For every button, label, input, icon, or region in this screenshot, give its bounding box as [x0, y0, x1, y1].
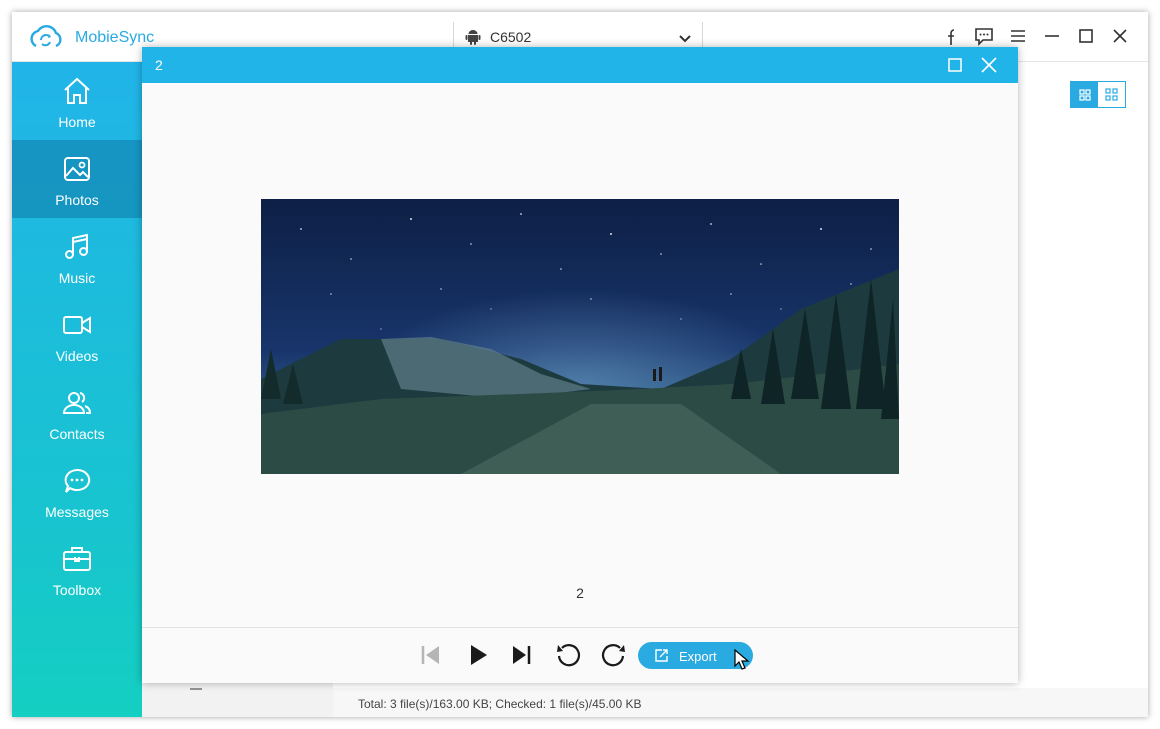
first-icon[interactable]	[417, 642, 443, 668]
status-text: Total: 3 file(s)/163.00 KB; Checked: 1 f…	[358, 697, 642, 711]
facebook-icon[interactable]	[940, 26, 960, 46]
close-icon[interactable]	[1110, 26, 1130, 46]
sidebar-item-contacts[interactable]: Contacts	[12, 374, 142, 452]
home-icon	[64, 77, 90, 104]
photo-caption: 2	[576, 585, 584, 601]
photo-icon	[64, 157, 90, 181]
photo-preview	[261, 199, 899, 474]
sidebar-item-messages[interactable]: Messages	[12, 452, 142, 530]
rotate-left-icon[interactable]	[555, 642, 581, 668]
dialog-title: 2	[155, 57, 163, 73]
sidebar-item-label: Contacts	[49, 426, 105, 442]
app-logo-icon	[30, 25, 62, 48]
android-icon	[465, 30, 481, 45]
view-mode-toggle	[1070, 81, 1126, 108]
sidebar-item-music[interactable]: Music	[12, 218, 142, 296]
photo-viewer-dialog: 2 2 Export	[142, 47, 1018, 683]
mouse-cursor-icon	[734, 649, 750, 670]
sidebar-item-label: Music	[58, 270, 96, 286]
minimize-icon[interactable]	[1042, 26, 1062, 46]
export-label: Export	[679, 649, 717, 664]
close-icon[interactable]	[980, 56, 998, 74]
maximize-icon[interactable]	[1076, 26, 1096, 46]
menu-icon[interactable]	[1008, 26, 1028, 46]
sidebar-item-label: Messages	[45, 504, 109, 520]
sidebar-item-label: Toolbox	[52, 582, 102, 598]
rotate-right-icon[interactable]	[601, 642, 627, 668]
sidebar-item-videos[interactable]: Videos	[12, 296, 142, 374]
feedback-icon[interactable]	[974, 26, 994, 46]
device-name: C6502	[490, 29, 532, 45]
sidebar-item-label: Photos	[55, 192, 99, 208]
sidebar: Home Photos Music Videos Contacts Messag…	[12, 62, 142, 717]
app-window: MobieSync C6502 Home Photos Music Videos…	[12, 12, 1148, 717]
play-icon[interactable]	[465, 642, 491, 668]
status-bar: Total: 3 file(s)/163.00 KB; Checked: 1 f…	[333, 688, 1148, 717]
grid-large-view-button[interactable]	[1071, 82, 1098, 107]
sidebar-item-toolbox[interactable]: Toolbox	[12, 530, 142, 608]
chevron-down-icon	[679, 35, 691, 43]
sidebar-item-home[interactable]: Home	[12, 62, 142, 140]
minus-icon[interactable]	[142, 683, 333, 717]
music-icon	[65, 233, 88, 259]
toolbox-icon	[63, 547, 91, 571]
viewer-controls: Export	[142, 627, 1018, 683]
video-icon	[63, 316, 91, 334]
sidebar-item-photos[interactable]: Photos	[12, 140, 142, 218]
next-icon[interactable]	[509, 642, 535, 668]
maximize-icon[interactable]	[947, 57, 963, 73]
export-icon	[655, 649, 668, 662]
sidebar-item-label: Videos	[55, 348, 99, 364]
grid-small-view-button[interactable]	[1098, 82, 1125, 107]
messages-icon	[64, 468, 91, 493]
contacts-icon	[62, 392, 91, 414]
app-title: MobieSync	[75, 29, 155, 46]
sidebar-item-label: Home	[58, 114, 96, 130]
window-controls	[940, 26, 1130, 46]
album-list-footer	[142, 683, 333, 717]
dialog-header: 2	[142, 47, 1018, 83]
